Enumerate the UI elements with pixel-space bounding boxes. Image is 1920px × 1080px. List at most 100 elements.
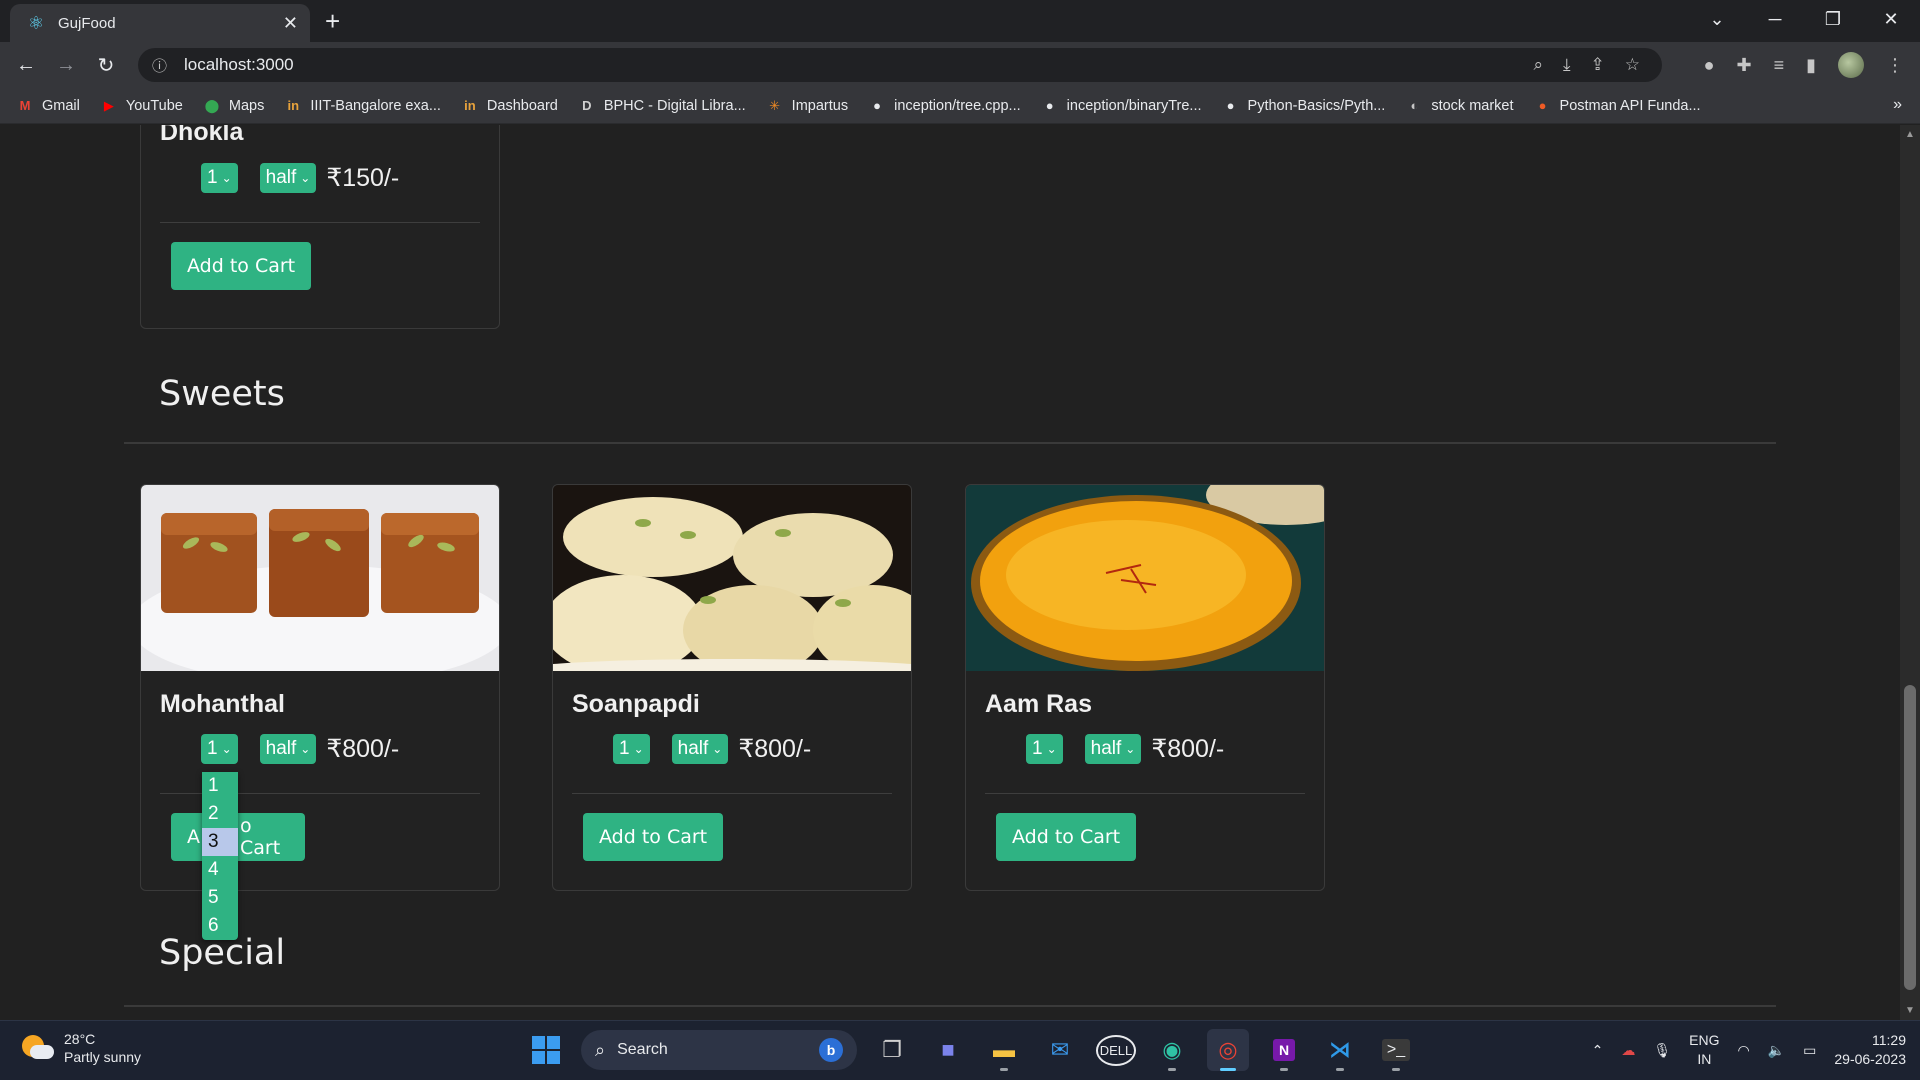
puzzle-icon[interactable]: ✚ — [1736, 55, 1751, 76]
scroll-down-icon[interactable]: ▼ — [1900, 1005, 1920, 1016]
bookmark-item[interactable]: ● Python-Basics/Pyth... — [1222, 97, 1386, 115]
clock[interactable]: 11:29 29-06-2023 — [1834, 1031, 1906, 1069]
volume-icon[interactable]: 🔈 — [1768, 1042, 1785, 1059]
side-panel-icon[interactable]: ▮ — [1806, 55, 1816, 76]
taskbar-search[interactable]: ⌕ Search b — [581, 1030, 857, 1070]
new-tab-button[interactable]: + — [325, 6, 340, 37]
onenote-button[interactable]: N — [1263, 1029, 1305, 1071]
bookmark-item[interactable]: ● inception/tree.cpp... — [868, 97, 1021, 115]
close-tab-icon[interactable]: ✕ — [283, 13, 298, 34]
lang-bottom: IN — [1697, 1051, 1712, 1067]
file-explorer-button[interactable]: ▬ — [983, 1029, 1025, 1071]
quantity-option[interactable]: 1 — [202, 772, 238, 800]
maps-icon: ⬤ — [204, 97, 220, 113]
zoom-search-icon[interactable]: ⌕ — [1533, 55, 1543, 75]
battery-icon[interactable]: ▭ — [1803, 1042, 1816, 1059]
selector-row: 1 ⌄ half ⌄ ₹800/- — [201, 734, 399, 764]
language-indicator[interactable]: ENG IN — [1689, 1031, 1719, 1069]
back-button[interactable]: ← — [6, 54, 46, 77]
quantity-value: 1 — [207, 738, 218, 759]
quantity-option[interactable]: 2 — [202, 800, 238, 828]
add-to-cart-button[interactable]: A o Cart — [171, 813, 305, 861]
bookmark-item[interactable]: ● Postman API Funda... — [1534, 97, 1701, 115]
bookmark-item[interactable]: ✳ Impartus — [766, 97, 848, 115]
forward-button[interactable]: → — [46, 54, 86, 77]
youtube-icon: ▶ — [103, 97, 114, 113]
quantity-select[interactable]: 1 ⌄ — [201, 734, 238, 764]
install-icon[interactable]: ⤓ — [1563, 55, 1571, 75]
vscode-button[interactable]: ⋊ — [1319, 1029, 1361, 1071]
quantity-select[interactable]: 1 ⌄ — [1026, 734, 1063, 764]
add-to-cart-button[interactable]: Add to Cart — [171, 242, 312, 290]
weather-widget[interactable]: 28°C Partly sunny — [20, 1030, 141, 1066]
browser-tab[interactable]: ⚛ GujFood ✕ — [10, 4, 310, 42]
bookmark-item[interactable]: D BPHC - Digital Libra... — [578, 97, 746, 115]
add-to-cart-button[interactable]: Add to Cart — [996, 813, 1137, 861]
size-select[interactable]: half ⌄ — [671, 734, 729, 764]
selector-row: 1 ⌄ half ⌄ ₹150/- — [201, 163, 399, 193]
bookmark-item[interactable]: ⬤ Maps — [203, 97, 265, 115]
aam-ras-image — [966, 485, 1324, 671]
more-bookmarks-icon[interactable]: » — [1893, 96, 1902, 114]
quantity-option[interactable]: 6 — [202, 912, 238, 940]
reload-button[interactable]: ↻ — [86, 53, 126, 78]
quantity-value: 1 — [1032, 738, 1043, 759]
size-select[interactable]: half ⌄ — [259, 163, 317, 193]
bookmark-label: IIIT-Bangalore exa... — [310, 97, 441, 114]
bookmark-item[interactable]: ▶ YouTube — [100, 97, 183, 115]
dell-button[interactable]: DELL — [1095, 1029, 1137, 1071]
food-card-mohanthal: Mohanthal 1 ⌄ half ⌄ ₹800/- A o Cart — [140, 484, 500, 891]
bookmark-label: Maps — [228, 97, 265, 114]
profile-avatar[interactable] — [1838, 52, 1864, 78]
bookmark-item[interactable]: ◐ stock market — [1405, 97, 1513, 115]
restore-button[interactable]: ❐ — [1804, 0, 1862, 42]
teams-chat-button[interactable]: ■ — [927, 1029, 969, 1071]
quantity-option[interactable]: 4 — [202, 856, 238, 884]
bing-icon[interactable]: b — [819, 1038, 843, 1062]
bookmark-item[interactable]: in IIIT-Bangalore exa... — [284, 97, 441, 115]
add-to-cart-button[interactable]: Add to Cart — [583, 813, 724, 861]
tab-search-icon[interactable]: ⌄ — [1688, 0, 1746, 42]
media-control-icon[interactable]: ≡ — [1774, 55, 1785, 76]
bookmark-item[interactable]: M Gmail — [16, 97, 80, 115]
url-text: localhost:3000 — [184, 55, 294, 74]
card-title: Mohanthal — [160, 690, 285, 718]
weather-temp: 28°C — [64, 1031, 96, 1047]
close-window-button[interactable]: ✕ — [1862, 0, 1920, 42]
windows-taskbar: 28°C Partly sunny ⌕ Search b ❐ ■ ▬ ✉ DEL… — [0, 1020, 1920, 1080]
microphone-icon[interactable]: 🎙 — [1653, 1042, 1671, 1059]
size-select[interactable]: half ⌄ — [1084, 734, 1142, 764]
impartus-icon: ✳ — [769, 97, 781, 113]
site-info-icon[interactable]: ⓘ — [152, 55, 174, 76]
bookmark-star-icon[interactable]: ☆ — [1625, 55, 1640, 75]
page-scrollbar[interactable]: ▲ ▼ — [1900, 125, 1920, 1020]
start-button[interactable] — [525, 1029, 567, 1071]
chrome-button[interactable]: ◎ — [1207, 1029, 1249, 1071]
wifi-icon[interactable]: ◠ — [1737, 1042, 1749, 1059]
onedrive-icon[interactable]: ☁ — [1621, 1042, 1635, 1059]
chevron-down-icon: ⌄ — [300, 742, 311, 756]
scroll-up-icon[interactable]: ▲ — [1900, 129, 1920, 140]
size-select[interactable]: half ⌄ — [259, 734, 317, 764]
quantity-select[interactable]: 1 ⌄ — [201, 163, 238, 193]
task-view-button[interactable]: ❐ — [871, 1029, 913, 1071]
chevron-up-icon[interactable]: ⌃ — [1592, 1042, 1604, 1059]
quantity-select[interactable]: 1 ⌄ — [613, 734, 650, 764]
terminal-button[interactable]: >_ — [1375, 1029, 1417, 1071]
address-bar[interactable]: ⓘ localhost:3000 ⌕ ⤓ ⇪ ☆ — [138, 48, 1662, 82]
mail-button[interactable]: ✉ — [1039, 1029, 1081, 1071]
menu-kebab-icon[interactable]: ⋮ — [1886, 55, 1904, 76]
edge-button[interactable]: ◉ — [1151, 1029, 1193, 1071]
extension-icon[interactable]: ● — [1704, 55, 1715, 76]
minimize-button[interactable]: ─ — [1746, 0, 1804, 42]
bookmark-item[interactable]: ● inception/binaryTre... — [1041, 97, 1202, 115]
scrollbar-thumb[interactable] — [1904, 685, 1916, 990]
share-icon[interactable]: ⇪ — [1591, 55, 1605, 75]
chevron-down-icon: ⌄ — [712, 742, 723, 756]
onenote-icon: N — [1272, 1039, 1296, 1061]
quantity-option[interactable]: 3 — [202, 828, 238, 856]
bookmark-item[interactable]: in Dashboard — [461, 97, 558, 115]
section-title-sweets: Sweets — [159, 374, 285, 414]
bookmark-label: Dashboard — [486, 97, 558, 114]
quantity-option[interactable]: 5 — [202, 884, 238, 912]
